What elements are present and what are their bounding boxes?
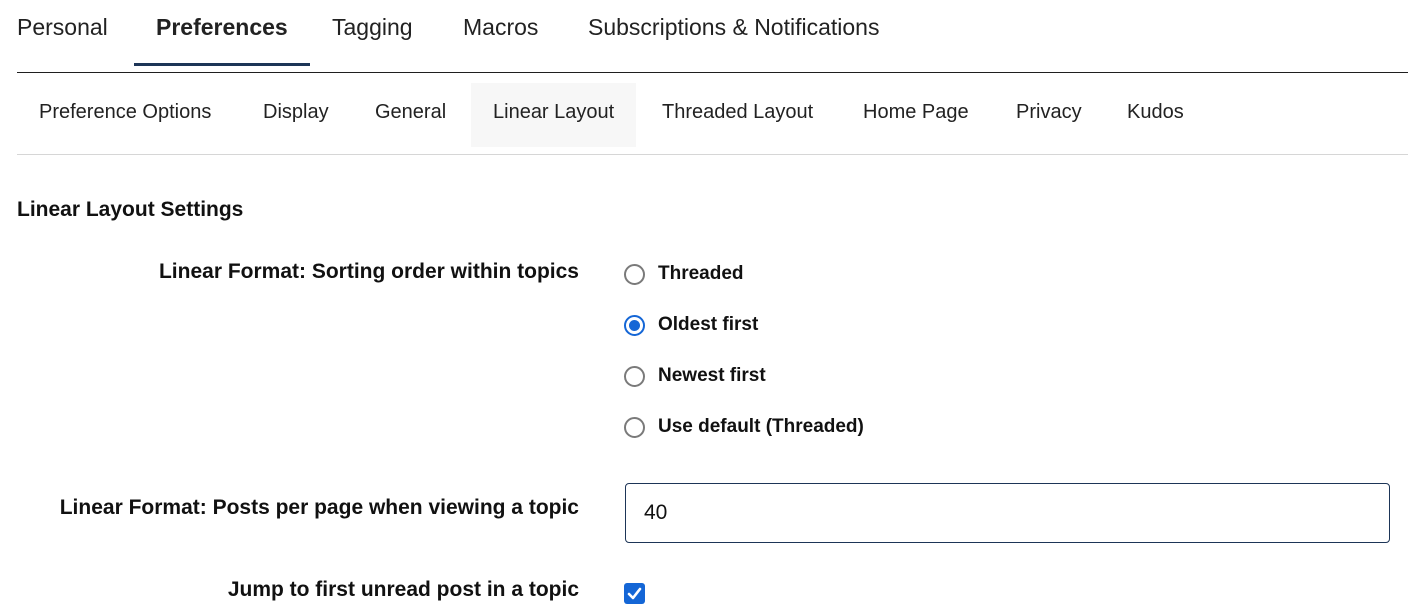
posts-per-page-label: Linear Format: Posts per page when viewi… xyxy=(59,496,579,519)
jump-unread-label: Jump to first unread post in a topic xyxy=(227,578,579,601)
posts-per-page-input[interactable] xyxy=(625,483,1390,543)
subtab-display[interactable]: Display xyxy=(263,83,329,147)
radio-oldest-first[interactable]: Oldest first xyxy=(624,312,758,338)
tab-personal[interactable]: Personal xyxy=(17,0,108,66)
radio-newest-first[interactable]: Newest first xyxy=(624,363,766,389)
subtab-home-page[interactable]: Home Page xyxy=(863,83,969,147)
subtab-privacy[interactable]: Privacy xyxy=(1016,83,1082,147)
tab-macros[interactable]: Macros xyxy=(463,0,538,66)
primary-tab-bar: Personal Preferences Tagging Macros Subs… xyxy=(17,0,1408,73)
subtab-general[interactable]: General xyxy=(375,83,446,147)
tab-preferences[interactable]: Preferences xyxy=(134,0,310,66)
radio-button[interactable] xyxy=(624,365,645,387)
radio-button[interactable] xyxy=(624,416,645,438)
jump-unread-checkbox[interactable] xyxy=(624,583,645,604)
radio-label: Newest first xyxy=(658,365,766,386)
subtab-kudos[interactable]: Kudos xyxy=(1127,83,1184,147)
section-title: Linear Layout Settings xyxy=(17,198,244,221)
sorting-order-label: Linear Format: Sorting order within topi… xyxy=(158,260,579,283)
radio-label: Oldest first xyxy=(658,314,759,335)
secondary-tab-bar: Preference Options Display General Linea… xyxy=(17,73,1408,155)
radio-label: Threaded xyxy=(658,263,744,284)
tab-tagging[interactable]: Tagging xyxy=(332,0,413,66)
radio-button[interactable] xyxy=(624,263,645,285)
tab-subscriptions-notifications[interactable]: Subscriptions & Notifications xyxy=(588,0,879,66)
radio-button-selected[interactable] xyxy=(624,314,645,336)
subtab-linear-layout[interactable]: Linear Layout xyxy=(471,83,637,147)
subtab-threaded-layout[interactable]: Threaded Layout xyxy=(662,83,813,147)
radio-use-default[interactable]: Use default (Threaded) xyxy=(624,414,864,440)
radio-threaded[interactable]: Threaded xyxy=(624,261,744,287)
checkmark-icon xyxy=(627,587,642,600)
subtab-preference-options[interactable]: Preference Options xyxy=(39,83,211,147)
radio-label: Use default (Threaded) xyxy=(658,416,864,437)
